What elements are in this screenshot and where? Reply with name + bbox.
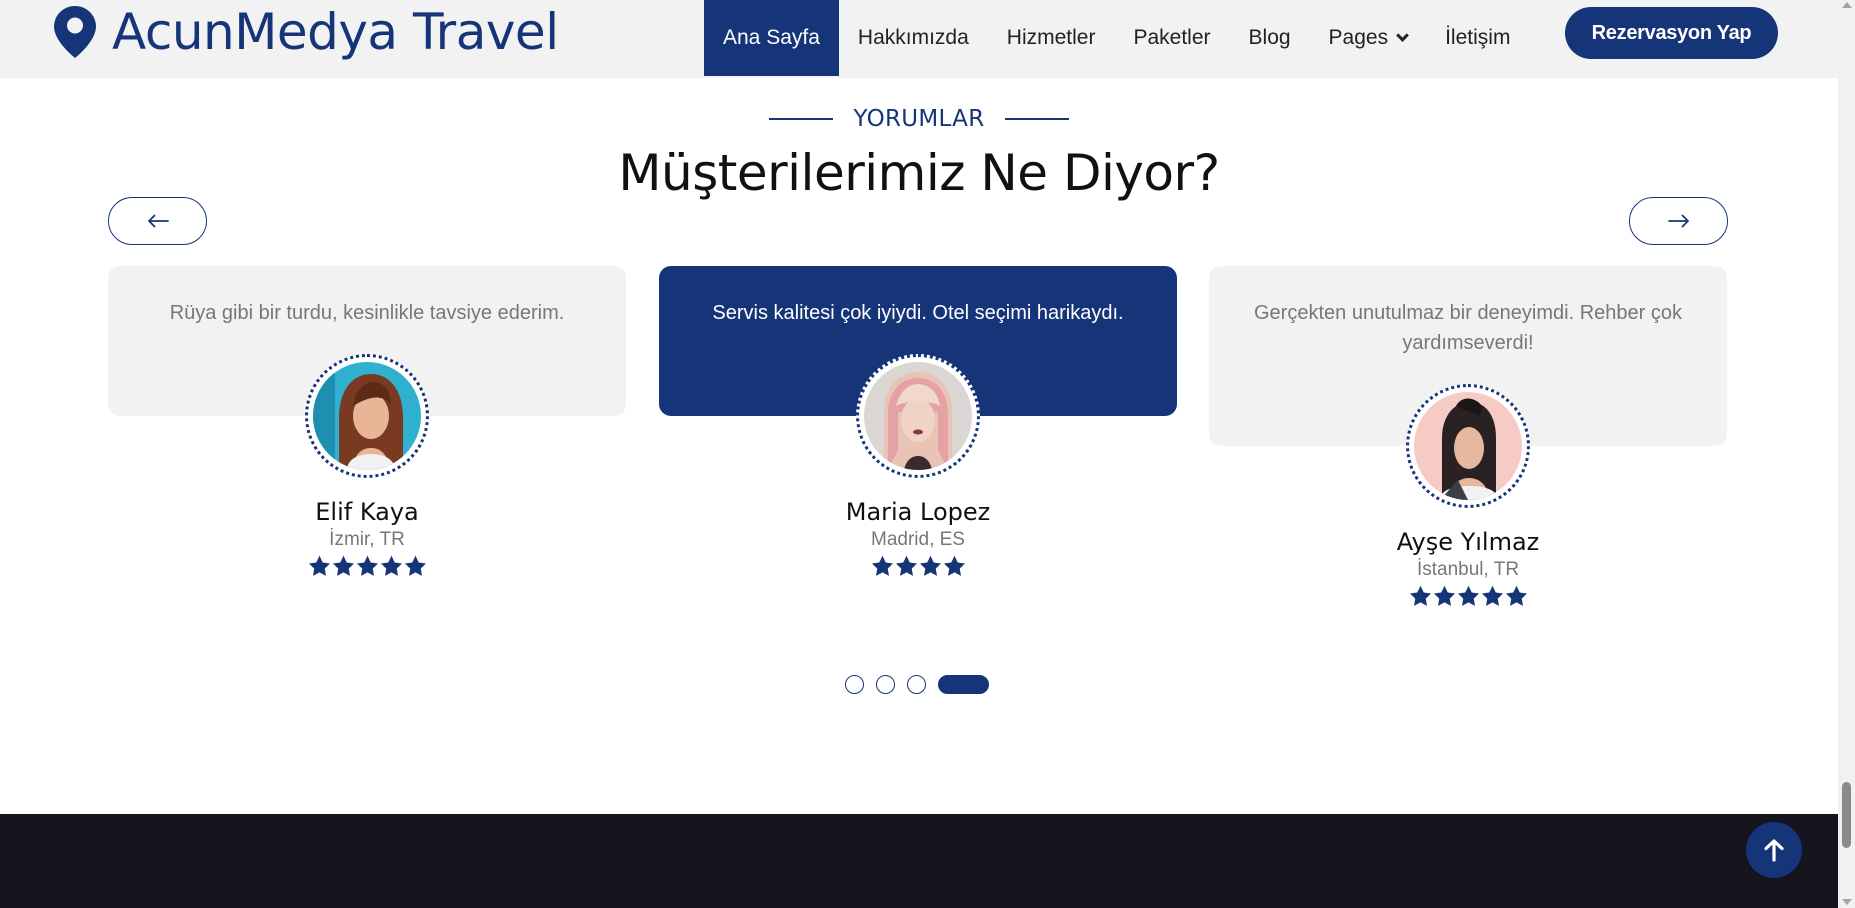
testimonial-author: Ayşe Yılmaz İstanbul, TR: [1209, 527, 1727, 607]
star-icon: [919, 555, 941, 576]
author-location: Madrid, ES: [871, 529, 965, 550]
pagination-dot[interactable]: [876, 675, 895, 694]
carousel-pagination: [845, 675, 989, 694]
nav-item-label: Hakkımızda: [857, 26, 969, 49]
arrow-left-icon: [147, 214, 169, 228]
page-scrollbar[interactable]: [1838, 0, 1855, 908]
arrow-right-icon: [1667, 214, 1689, 228]
reservation-button[interactable]: Rezervasyon Yap: [1565, 7, 1778, 59]
rating-stars: [659, 555, 1177, 577]
section-eyebrow: YORUMLAR: [0, 106, 1838, 132]
star-icon: [1409, 585, 1431, 606]
footer: [0, 814, 1838, 908]
nav-item-hakkimizda[interactable]: Hakkımızda: [839, 0, 988, 76]
section-title: Müşterilerimiz Ne Diyor?: [618, 144, 1220, 202]
brand-name: AcunMedya Travel: [112, 3, 559, 61]
nav-item-paketler[interactable]: Paketler: [1114, 0, 1229, 76]
pagination-dot[interactable]: [845, 675, 864, 694]
nav-item-label: Hizmetler: [1006, 26, 1096, 49]
author-name: Elif Kaya: [315, 498, 419, 526]
arrow-up-icon: [1764, 839, 1784, 862]
pagination-dot-active[interactable]: [938, 675, 989, 694]
testimonial-author: Maria Lopez Madrid, ES: [659, 497, 1177, 577]
avatar-image: [1414, 392, 1522, 500]
scroll-down-arrow-icon[interactable]: [1842, 899, 1852, 905]
author-location: İstanbul, TR: [1416, 559, 1520, 580]
nav-item-blog[interactable]: Blog: [1230, 0, 1310, 76]
carousel-next-button[interactable]: [1629, 197, 1728, 245]
nav-item-ana-sayfa[interactable]: Ana Sayfa: [704, 0, 839, 76]
rating-stars: [108, 555, 626, 577]
star-icon: [871, 555, 893, 576]
avatar: [305, 354, 429, 478]
nav-item-label: İletişim: [1445, 26, 1511, 49]
brand-logo[interactable]: AcunMedya Travel: [54, 4, 559, 60]
testimonial-quote: Gerçekten unutulmaz bir deneyimdi. Rehbe…: [1254, 302, 1682, 354]
nav-item-label: Ana Sayfa: [723, 26, 820, 49]
star-icon: [1481, 585, 1503, 606]
navbar: AcunMedya Travel Ana Sayfa Hakkımızda Hi…: [0, 0, 1838, 78]
eyebrow-label: YORUMLAR: [853, 106, 985, 132]
star-icon: [943, 555, 965, 576]
avatar-image: [313, 362, 421, 470]
scroll-up-arrow-icon[interactable]: [1842, 2, 1852, 8]
avatar-image: [864, 362, 972, 470]
author-name: Ayşe Yılmaz: [1396, 528, 1540, 556]
nav-item-label: Pages: [1328, 26, 1389, 49]
star-icon: [404, 555, 426, 576]
rating-stars: [1209, 585, 1727, 607]
author-location: İzmir, TR: [329, 529, 405, 550]
nav-item-label: Blog: [1248, 26, 1291, 49]
main-nav: Ana Sayfa Hakkımızda Hizmetler Paketler …: [704, 0, 1529, 76]
star-icon: [1505, 585, 1527, 606]
map-pin-icon: [54, 6, 96, 58]
testimonial-quote: Rüya gibi bir turdu, kesinlikle tavsiye …: [169, 302, 565, 324]
avatar: [1406, 384, 1530, 508]
scrollbar-thumb[interactable]: [1842, 782, 1851, 848]
back-to-top-button[interactable]: [1746, 822, 1802, 878]
divider: [1004, 118, 1069, 120]
star-icon: [308, 555, 330, 576]
testimonial-quote: Servis kalitesi çok iyiydi. Otel seçimi …: [712, 302, 1124, 324]
nav-item-hizmetler[interactable]: Hizmetler: [988, 0, 1115, 76]
star-icon: [895, 555, 917, 576]
star-icon: [356, 555, 378, 576]
carousel-prev-button[interactable]: [108, 197, 207, 245]
testimonial-author: Elif Kaya İzmir, TR: [108, 497, 626, 577]
avatar: [856, 354, 980, 478]
nav-item-label: Paketler: [1133, 26, 1211, 49]
divider: [769, 118, 834, 120]
star-icon: [1457, 585, 1479, 606]
star-icon: [380, 555, 402, 576]
author-name: Maria Lopez: [845, 498, 991, 526]
chevron-down-icon: [1396, 29, 1409, 42]
nav-item-iletisim[interactable]: İletişim: [1426, 0, 1529, 76]
nav-item-pages[interactable]: Pages: [1310, 0, 1427, 76]
star-icon: [1433, 585, 1455, 606]
star-icon: [332, 555, 354, 576]
pagination-dot[interactable]: [907, 675, 926, 694]
